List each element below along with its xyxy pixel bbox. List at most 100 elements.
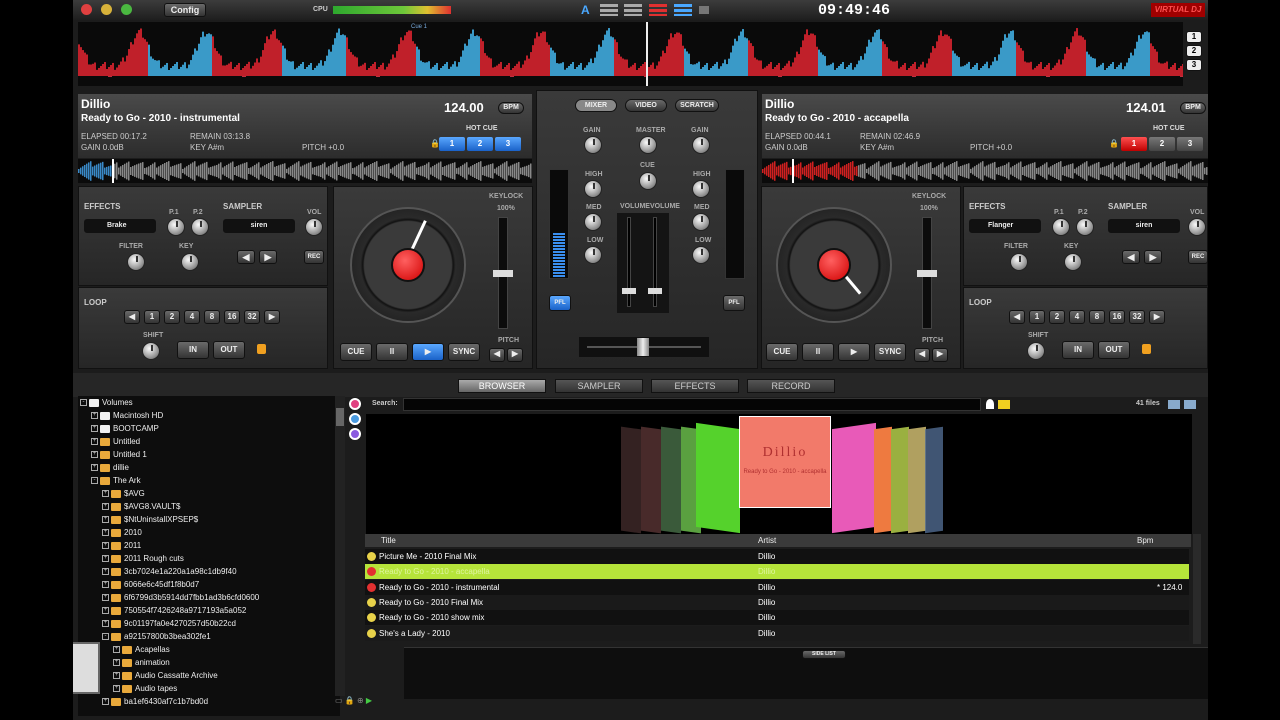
cover-left-3[interactable] [661, 426, 681, 534]
right-sampler-select[interactable]: siren [1108, 219, 1180, 233]
tree-item[interactable]: +2011 Rough cuts [102, 552, 184, 565]
right-play-button[interactable]: ▶ [838, 343, 870, 361]
deck-2-button[interactable]: 2 [1186, 45, 1202, 57]
close-window-button[interactable] [81, 4, 92, 15]
layout-icon-3[interactable] [649, 4, 667, 16]
expand-toggle-icon[interactable]: + [91, 464, 98, 472]
deck-3-button[interactable]: 3 [1186, 59, 1202, 71]
right-key-knob[interactable] [1064, 253, 1082, 271]
expand-toggle-icon[interactable]: + [91, 412, 98, 420]
expand-toggle-icon[interactable]: + [113, 659, 120, 667]
left-loop-lock-icon[interactable] [257, 344, 266, 354]
tree-item[interactable]: - a92157800b3bea302fe1 [102, 630, 211, 643]
cover-left-5[interactable] [696, 422, 740, 534]
right-pfl-button[interactable]: PFL [723, 295, 745, 311]
left-pitch-up[interactable]: ▶ [507, 348, 523, 362]
playlist-icon-3[interactable] [349, 428, 361, 440]
browser-tab[interactable]: BROWSER [458, 379, 546, 393]
side-list-button[interactable]: SIDE LIST [802, 650, 846, 659]
right-sampler-prev[interactable]: ◀ [1122, 250, 1140, 264]
right-effect-select[interactable]: Flanger [969, 219, 1041, 233]
table-row[interactable]: Ready to Go - 2010 - instrumental Dillio *… [365, 579, 1189, 595]
left-pfl-button[interactable]: PFL [549, 295, 571, 311]
right-loop-2[interactable]: 2 [1049, 310, 1065, 324]
tree-scrollbar[interactable] [335, 396, 345, 696]
maximize-window-button[interactable] [121, 4, 132, 15]
tree-footer-icons[interactable]: ▭ 🔒 ⊕ ▶ [335, 696, 395, 710]
right-cue-button[interactable]: CUE [766, 343, 798, 361]
right-shift-knob[interactable] [1027, 342, 1045, 360]
right-loop-in[interactable]: IN [1062, 341, 1094, 359]
left-vol-knob[interactable] [305, 218, 323, 236]
right-filter-knob[interactable] [1010, 253, 1028, 271]
left-effect-select[interactable]: Brake [84, 219, 156, 233]
tree-item[interactable]: +3cb7024e1a220a1a98c1db9f40 [102, 565, 237, 578]
left-med-knob[interactable] [584, 213, 602, 231]
left-high-knob[interactable] [584, 180, 602, 198]
cover-current[interactable]: Dillio Ready to Go - 2010 - accapella [739, 416, 831, 508]
left-key-knob[interactable] [181, 253, 199, 271]
right-sync-button[interactable]: SYNC [874, 343, 906, 361]
tree-item[interactable]: +6066e6c45df1f8b0d7 [102, 578, 199, 591]
left-bpm-button[interactable]: BPM [498, 102, 524, 114]
expand-toggle-icon[interactable]: + [102, 542, 109, 550]
left-hotcue-3[interactable]: 3 [495, 137, 521, 151]
right-loop-4[interactable]: 4 [1069, 310, 1085, 324]
left-volume-handle[interactable] [622, 288, 636, 294]
expand-toggle-icon[interactable]: + [102, 698, 109, 706]
search-input[interactable] [403, 398, 981, 411]
left-low-knob[interactable] [584, 246, 602, 264]
tree-item[interactable]: + $AVG [102, 487, 145, 500]
record-icon[interactable] [699, 6, 709, 14]
right-lock-icon[interactable]: 🔒 [1109, 139, 1119, 148]
right-volume-fader[interactable] [648, 217, 662, 307]
right-vol-knob[interactable] [1188, 218, 1206, 236]
tree-item[interactable]: + Audio tapes [113, 682, 177, 695]
expand-toggle-icon[interactable]: + [102, 568, 109, 576]
deck-1-button[interactable]: 1 [1186, 31, 1202, 43]
right-hotcue-3[interactable]: 3 [1177, 137, 1203, 151]
a-icon[interactable]: A [581, 3, 590, 17]
left-track-overview[interactable] [78, 159, 532, 183]
tree-item[interactable]: + Untitled [91, 435, 140, 448]
left-loop-32[interactable]: 32 [244, 310, 260, 324]
right-gain-knob[interactable] [692, 136, 710, 154]
right-bpm-button[interactable]: BPM [1180, 102, 1206, 114]
cover-right-5[interactable] [925, 426, 943, 534]
right-pitch-slider[interactable] [917, 217, 937, 329]
table-row[interactable]: Ready to Go - 2010 show mix Dillio [365, 610, 1189, 626]
right-volume-handle[interactable] [648, 288, 662, 294]
tree-item[interactable]: + dillie [91, 461, 129, 474]
tree-item[interactable]: - Volumes [80, 396, 133, 409]
right-rec-button[interactable]: REC [1188, 250, 1208, 264]
tree-item[interactable]: + $NtUninstallXPSEP$ [102, 513, 198, 526]
right-loop-16[interactable]: 16 [1109, 310, 1125, 324]
left-shift-knob[interactable] [142, 342, 160, 360]
left-sampler-next[interactable]: ▶ [259, 250, 277, 264]
left-play-button[interactable]: ▶ [412, 343, 444, 361]
expand-toggle-icon[interactable]: + [102, 620, 109, 628]
folder-tree[interactable]: - Volumes + Macintosh HD + BOOTCAMP + Untitled +… [78, 396, 340, 716]
layout-icon-4[interactable] [674, 4, 692, 16]
left-loop-4[interactable]: 4 [184, 310, 200, 324]
tree-item[interactable]: + Untitled 1 [91, 448, 147, 461]
right-med-knob[interactable] [692, 213, 710, 231]
right-pause-button[interactable]: II [802, 343, 834, 361]
mixer-tab[interactable]: MIXER [575, 99, 617, 112]
config-button[interactable]: Config [164, 3, 206, 17]
tree-item[interactable]: + animation [113, 656, 170, 669]
cue-mix-knob[interactable] [639, 172, 657, 190]
left-loop-2[interactable]: 2 [164, 310, 180, 324]
right-loop-out[interactable]: OUT [1098, 341, 1130, 359]
expand-toggle-icon[interactable]: - [102, 633, 109, 641]
left-p2-knob[interactable] [191, 218, 209, 236]
sampler-tab[interactable]: SAMPLER [555, 379, 643, 393]
right-loop-lock-icon[interactable] [1142, 344, 1151, 354]
table-row[interactable]: Picture Me - 2010 Final Mix Dillio [365, 549, 1189, 564]
table-row[interactable]: Ready to Go - 2010 Final Mix Dillio [365, 594, 1189, 610]
cover-left-2[interactable] [641, 426, 661, 534]
cover-left-1[interactable] [621, 426, 641, 534]
tree-item[interactable]: +2011 [102, 539, 141, 552]
expand-toggle-icon[interactable]: + [102, 555, 109, 563]
left-pitch-slider[interactable] [493, 217, 513, 329]
